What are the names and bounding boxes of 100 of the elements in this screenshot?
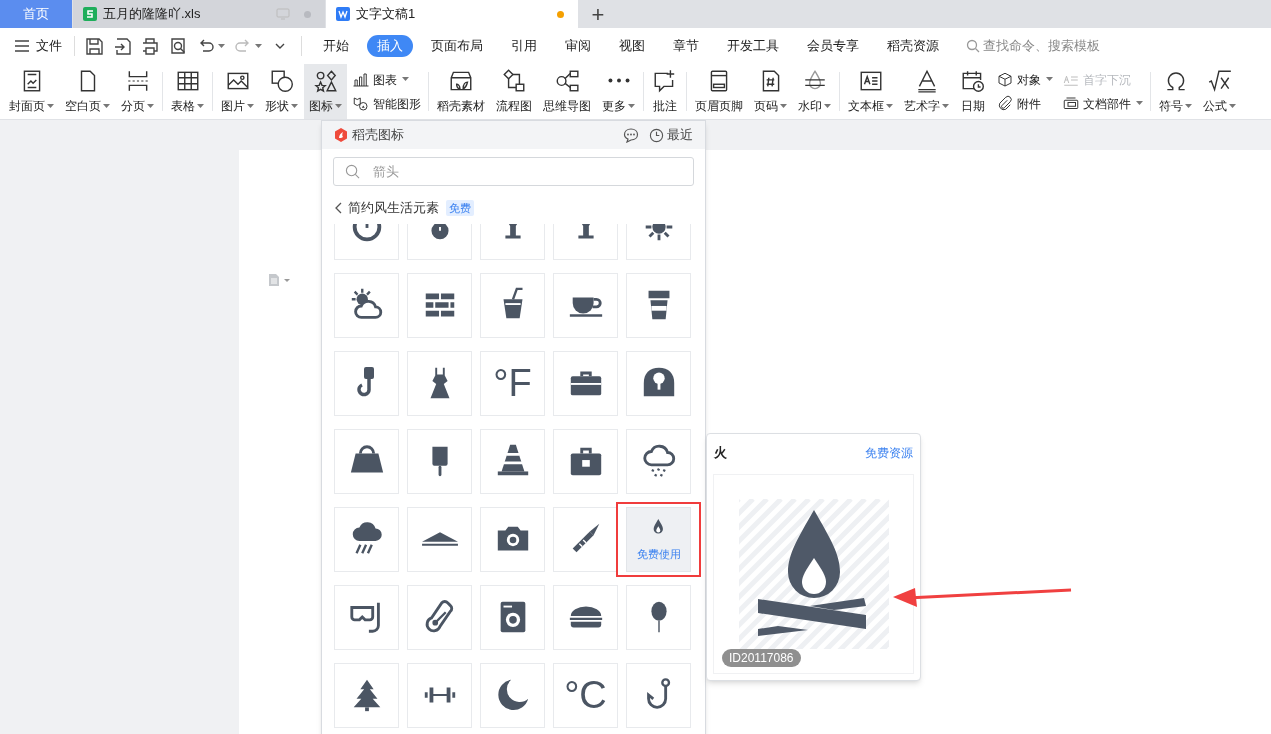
ribbon-button[interactable]: 思维导图 [538, 64, 596, 119]
icon-search-field[interactable]: 箭头 [333, 157, 694, 186]
icon-tile[interactable] [407, 506, 472, 572]
free-resource-link[interactable]: 免费资源 [865, 444, 913, 462]
ribbon-button[interactable]: 页码 [749, 64, 792, 119]
icon-tile[interactable] [334, 506, 399, 572]
back-icon[interactable] [334, 201, 344, 214]
caret-icon[interactable] [886, 103, 893, 109]
ribbon-button[interactable]: 空白页 [60, 64, 115, 119]
icon-tile[interactable] [480, 506, 545, 572]
ribbon-button[interactable]: 附件 [996, 94, 1053, 113]
ribbon-button[interactable]: 文档部件 [1062, 94, 1143, 113]
caret-icon[interactable] [1046, 77, 1053, 82]
document-tab[interactable]: 五月的隆隆吖.xls [73, 0, 325, 28]
caret-icon[interactable] [628, 103, 635, 109]
caret-icon[interactable] [1229, 103, 1236, 109]
caret-icon[interactable] [824, 103, 831, 109]
ribbon-button[interactable]: 智能图形 [352, 94, 421, 113]
icon-tile[interactable] [334, 584, 399, 650]
recent-button[interactable]: 最近 [649, 125, 693, 145]
caret-icon[interactable] [255, 43, 262, 49]
new-tab-button[interactable]: + [578, 0, 618, 28]
ribbon-tab[interactable]: 会员专享 [797, 35, 869, 57]
icon-tile[interactable] [553, 506, 618, 572]
ribbon-button[interactable]: 水印 [793, 64, 836, 119]
caret-icon[interactable] [402, 77, 409, 82]
ribbon-tab[interactable]: 章节 [663, 35, 709, 57]
ribbon-button[interactable]: 形状 [260, 64, 303, 119]
icon-tile[interactable] [480, 584, 545, 650]
ribbon-button[interactable]: 流程图 [491, 64, 537, 119]
ribbon-button[interactable]: 日期 [955, 64, 991, 119]
ribbon-button[interactable]: 对象 [996, 70, 1053, 89]
caret-icon[interactable] [47, 103, 54, 109]
ribbon-button[interactable]: 艺术字 [899, 64, 954, 119]
icon-tile[interactable] [626, 272, 691, 338]
ribbon-button[interactable]: 稻壳素材 [432, 64, 490, 119]
ribbon-button[interactable]: 图片 [216, 64, 259, 119]
caret-icon[interactable] [247, 103, 254, 109]
print-icon[interactable] [140, 36, 160, 56]
ribbon-tab[interactable]: 审阅 [555, 35, 601, 57]
icon-tile[interactable] [407, 584, 472, 650]
ribbon-tab[interactable]: 开始 [313, 35, 359, 57]
icon-tile[interactable] [553, 350, 618, 416]
ribbon-button[interactable]: 分页 [116, 64, 159, 119]
ribbon-button[interactable]: 文本框 [843, 64, 898, 119]
command-search-field[interactable]: 查找命令、搜索模板 [966, 36, 1100, 56]
ribbon-button[interactable]: 公式 [1198, 64, 1241, 119]
icon-tile[interactable] [334, 350, 399, 416]
caret-icon[interactable] [147, 103, 154, 109]
print-preview-icon[interactable] [168, 36, 188, 56]
icon-tile[interactable] [553, 584, 618, 650]
caret-icon[interactable] [218, 43, 225, 49]
ribbon-button[interactable]: 批注 [647, 64, 683, 119]
icon-tile[interactable]: °F [480, 350, 545, 416]
icon-tile[interactable] [407, 350, 472, 416]
ribbon-button[interactable]: 图表 [352, 70, 421, 89]
caret-icon[interactable] [942, 103, 949, 109]
chat-icon[interactable] [623, 127, 639, 143]
icon-tile[interactable] [334, 428, 399, 494]
ribbon-tab[interactable]: 开发工具 [717, 35, 789, 57]
icon-tile[interactable] [480, 662, 545, 728]
caret-icon[interactable] [291, 103, 298, 109]
file-menu-button[interactable]: 文件 [8, 33, 68, 59]
export-icon[interactable] [112, 36, 132, 56]
caret-icon[interactable] [103, 103, 110, 109]
caret-icon[interactable] [1185, 103, 1192, 109]
icon-tile[interactable] [626, 662, 691, 728]
caret-icon[interactable] [780, 103, 787, 109]
icon-tile[interactable] [553, 272, 618, 338]
ribbon-tab[interactable]: 页面布局 [421, 35, 493, 57]
caret-icon[interactable] [1136, 101, 1143, 106]
icon-tile[interactable] [626, 350, 691, 416]
ribbon-tab[interactable]: 稻壳资源 [877, 35, 949, 57]
ribbon-button[interactable]: 封面页 [4, 64, 59, 119]
icon-tile[interactable] [407, 662, 472, 728]
cube-icon [996, 70, 1014, 89]
ribbon-button[interactable]: 页眉页脚 [690, 64, 748, 119]
icon-tile[interactable] [334, 272, 399, 338]
icon-tile[interactable] [407, 272, 472, 338]
ribbon-button[interactable]: 图标 [304, 64, 347, 119]
icon-tile[interactable]: °C [553, 662, 618, 728]
icon-tile[interactable] [626, 428, 691, 494]
ribbon-button[interactable]: 更多 [597, 64, 640, 119]
caret-icon[interactable] [335, 103, 342, 109]
panel-title: 稻壳图标 [352, 126, 405, 145]
caret-icon[interactable] [197, 103, 204, 109]
unit-glyph: °C [564, 676, 607, 714]
ribbon-tab[interactable]: 引用 [501, 35, 547, 57]
ribbon-button[interactable]: 表格 [166, 64, 209, 119]
ribbon-tab[interactable]: 视图 [609, 35, 655, 57]
icon-tile[interactable] [480, 428, 545, 494]
save-icon[interactable] [84, 36, 104, 56]
icon-tile[interactable] [626, 584, 691, 650]
icon-tile[interactable] [480, 272, 545, 338]
document-tab[interactable]: 文字文稿1 [326, 0, 578, 28]
icon-tile[interactable] [334, 662, 399, 728]
ribbon-button[interactable]: 符号 [1154, 64, 1197, 119]
icon-tile[interactable] [407, 428, 472, 494]
icon-tile[interactable] [553, 428, 618, 494]
category-link[interactable]: 简约风生活元素 [348, 198, 439, 218]
